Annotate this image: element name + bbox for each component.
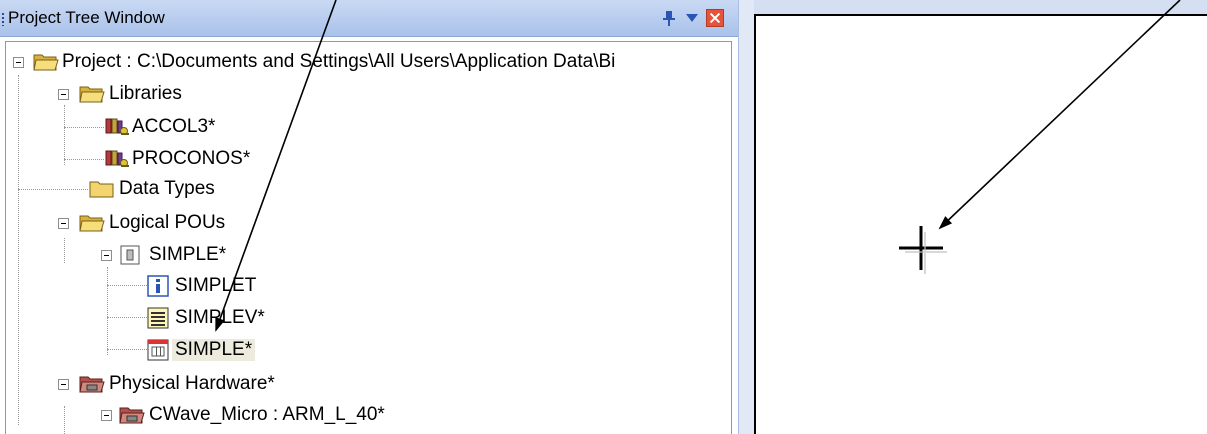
folder-icon: [89, 181, 114, 198]
collapse-toggle[interactable]: [101, 410, 112, 421]
info-icon: [147, 275, 169, 297]
tree-item-simple-pou[interactable]: SIMPLE*: [149, 244, 226, 266]
tree-line: [64, 127, 104, 129]
dropdown-icon[interactable]: [683, 9, 701, 27]
tree-item-libraries[interactable]: Libraries: [109, 83, 182, 105]
tree-line: [18, 189, 88, 191]
collapse-toggle[interactable]: [58, 379, 69, 390]
hardware-folder-icon: [119, 407, 145, 424]
collapse-toggle[interactable]: [101, 250, 112, 261]
collapse-toggle[interactable]: [58, 89, 69, 100]
tree-item-accol3[interactable]: ACCOL3*: [132, 116, 215, 138]
code-worksheet-icon: [147, 339, 169, 361]
splitter-edge: [738, 0, 739, 434]
crosshair-cursor-icon: [899, 226, 947, 274]
pou-icon: [120, 245, 140, 265]
project-tree-window: Project Tree Window Project: C:\Documen…: [0, 0, 738, 434]
close-icon[interactable]: [706, 9, 724, 27]
window-title: Project Tree Window: [8, 8, 165, 27]
library-icon: [105, 118, 129, 135]
collapse-toggle[interactable]: [58, 218, 69, 229]
tree-line: [64, 238, 66, 263]
tree-item-data-types[interactable]: Data Types: [119, 178, 215, 200]
tree-item-simple-code[interactable]: SIMPLE*: [172, 339, 256, 361]
folder-open-icon: [33, 54, 59, 71]
collapse-toggle[interactable]: [13, 57, 24, 68]
tree-item-proconos[interactable]: PROCONOS*: [132, 148, 250, 170]
tree-item-physical-hardware[interactable]: Physical Hardware*: [109, 373, 275, 395]
folder-open-icon: [79, 215, 105, 232]
tree-line: [107, 267, 109, 355]
library-icon: [105, 150, 129, 167]
editor-top-band: [754, 0, 1207, 14]
tree-item-simplev[interactable]: SIMPLEV*: [175, 307, 265, 329]
variables-icon: [147, 307, 169, 329]
tree-line: [107, 349, 147, 351]
tree-item-logical-pous[interactable]: Logical POUs: [109, 212, 225, 234]
tree-line: [64, 159, 104, 161]
pin-icon[interactable]: [660, 9, 678, 27]
tree-line: [64, 406, 66, 434]
tree-line: [107, 317, 147, 319]
tree-item-cwave-micro[interactable]: CWave_Micro : ARM_L_40*: [149, 404, 385, 426]
tree-item-simplet[interactable]: SIMPLET: [175, 275, 256, 297]
folder-open-icon: [79, 86, 105, 103]
splitter[interactable]: [738, 0, 754, 434]
hardware-folder-icon: [79, 376, 105, 393]
title-bar[interactable]: Project Tree Window: [0, 0, 738, 37]
tree-item-project[interactable]: Project : C:\Documents and Settings\All …: [62, 51, 615, 73]
project-tree: Project : C:\Documents and Settings\All …: [5, 41, 732, 434]
tree-line: [18, 75, 20, 425]
grip-icon[interactable]: [1, 12, 5, 26]
tree-line: [64, 105, 66, 165]
tree-line: [107, 285, 147, 287]
editor-canvas[interactable]: [754, 14, 1207, 434]
